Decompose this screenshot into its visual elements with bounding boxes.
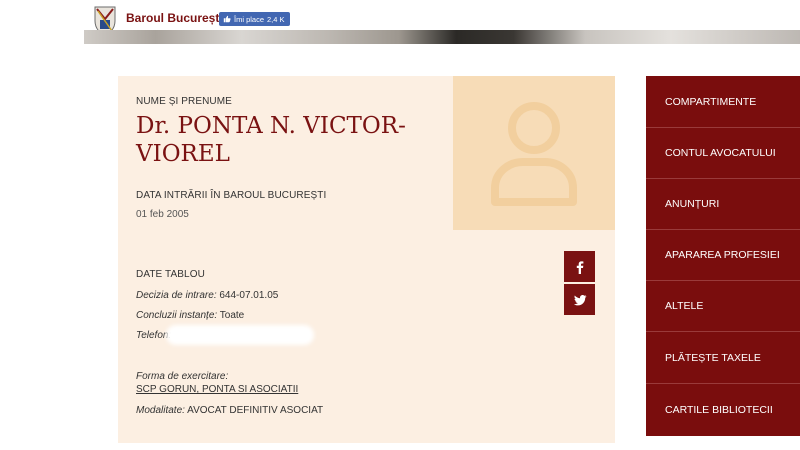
forma-link[interactable]: SCP GORUN, PONTA SI ASOCIATII <box>136 384 298 395</box>
twitter-share-button[interactable] <box>564 284 595 315</box>
avatar-placeholder <box>453 76 615 230</box>
decizie-value: 644-07.01.05 <box>219 290 279 301</box>
sidebar-item-cartile-bibliotecii[interactable]: CARTILE BIBLIOTECII <box>646 384 800 435</box>
sidebar-item-apararea-profesiei[interactable]: APARAREA PROFESIEI <box>646 229 800 280</box>
modalitate-row: Modalitate: AVOCAT DEFINITIV ASOCIAT <box>136 405 323 416</box>
sidebar-item-plateste-taxele[interactable]: PLĂTEȘTE TAXELE <box>646 332 800 383</box>
sidebar-item-compartimente[interactable]: COMPARTIMENTE <box>646 76 800 127</box>
concluzii-value: Toate <box>219 310 245 321</box>
forma-label: Forma de exercitare: <box>136 371 229 382</box>
forma-label-row: Forma de exercitare: <box>136 371 228 382</box>
concluzii-row: Concluzii instanțe: Toate <box>136 310 244 321</box>
twitter-icon <box>573 294 586 305</box>
entry-date-heading: DATA INTRĂRII ÎN BAROUL BUCUREȘTI <box>136 190 327 201</box>
like-label: Îmi place <box>234 14 265 24</box>
decizie-row: Decizia de intrare: 644-07.01.05 <box>136 290 278 301</box>
thumbs-up-icon <box>223 15 231 23</box>
sidebar-item-altele[interactable]: ALTELE <box>646 280 800 331</box>
decizie-label: Decizia de intrare: <box>136 290 217 301</box>
like-count: 2,4 K <box>267 14 285 24</box>
header-banner-image <box>84 30 800 44</box>
entry-date-value: 01 feb 2005 <box>136 209 189 220</box>
facebook-share-button[interactable] <box>564 251 595 282</box>
lawyer-name-line2: VIOREL <box>136 141 230 167</box>
lawyer-name: Dr. PONTA N. VICTOR- VIOREL <box>136 112 436 168</box>
modalitate-value: AVOCAT DEFINITIV ASOCIAT <box>187 405 324 416</box>
facebook-like-button[interactable]: Îmi place 2,4 K <box>219 12 290 26</box>
tablou-heading: DATE TABLOU <box>136 269 205 280</box>
redacted-phone <box>166 325 314 345</box>
modalitate-label: Modalitate: <box>136 405 185 416</box>
name-heading: NUME ȘI PRENUME <box>136 96 232 107</box>
lawyer-name-line1: Dr. PONTA N. VICTOR- <box>136 113 406 139</box>
facebook-icon <box>576 260 583 274</box>
sidebar-item-anunturi[interactable]: ANUNȚURI <box>646 178 800 229</box>
site-title[interactable]: Baroul București <box>126 11 223 25</box>
concluzii-label: Concluzii instanțe: <box>136 310 218 321</box>
sidebar-item-contul-avocatului[interactable]: CONTUL AVOCATULUI <box>646 127 800 178</box>
user-icon <box>491 102 577 206</box>
